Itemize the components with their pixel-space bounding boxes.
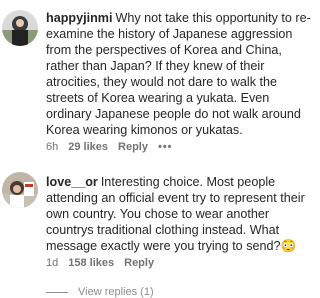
comment-meta: 1d 158 likes Reply [46,257,164,269]
likes-count[interactable]: 158 likes [68,257,114,269]
reply-button[interactable]: Reply [124,257,154,269]
user-avatar[interactable] [2,172,38,208]
avatar-image [2,172,38,208]
comment-meta: 6h 29 likes Reply ••• [46,141,183,153]
view-replies-button[interactable]: View replies (1) [46,286,154,298]
likes-count[interactable]: 29 likes [68,141,108,153]
comment-item: love__or Interesting choice. Most people … [0,160,317,280]
comment-text: love__or Interesting choice. Most people … [46,174,312,254]
view-replies-label[interactable]: View replies (1) [78,286,154,298]
comment-text: happyjinmi Why not take this opportunity … [46,10,312,138]
reply-button[interactable]: Reply [118,141,148,153]
avatar-image [2,10,38,46]
timestamp: 6h [46,141,59,153]
comment-body: Why not take this opportunity to re-exam… [46,11,311,137]
comment-item: happyjinmi Why not take this opportunity … [0,0,317,153]
timestamp: 1d [46,257,59,269]
more-options-icon[interactable]: ••• [158,141,173,153]
username[interactable]: love__or [46,175,98,189]
username[interactable]: happyjinmi [46,11,112,25]
user-avatar[interactable] [2,10,38,46]
